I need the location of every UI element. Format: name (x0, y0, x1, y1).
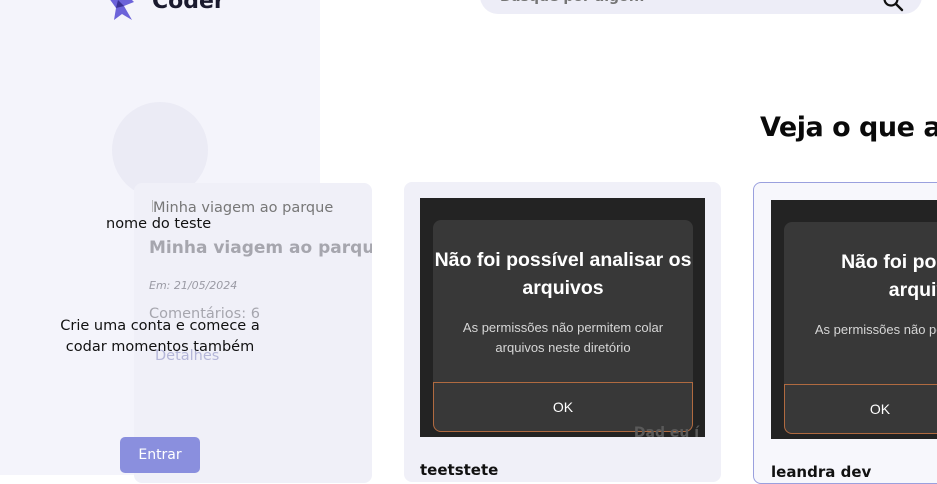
post-card[interactable]: Não foi possível analisar os arquivos As… (404, 182, 721, 482)
post-screenshot: Não foi possível a arquivo As permissões… (771, 200, 937, 439)
post-author: leandra dev (771, 463, 872, 481)
login-button[interactable]: Entrar (120, 437, 200, 473)
dialog-title: Não foi possível analisar os arquivos (434, 249, 692, 299)
search-icon[interactable] (882, 0, 904, 12)
error-dialog: Não foi possível a arquivo As permissões… (784, 222, 937, 434)
error-dialog: Não foi possível analisar os arquivos As… (433, 220, 693, 432)
search-bar[interactable] (480, 0, 922, 14)
post-date: Em: 21/05/2024 (149, 279, 238, 292)
post-title: Minha viagem ao parque (149, 238, 372, 258)
post-screenshot: Não foi possível analisar os arquivos As… (420, 198, 705, 437)
dialog-ok-button: OK (784, 384, 937, 434)
profile-name: nome do teste (106, 216, 212, 232)
page-heading: Veja o que an (760, 112, 937, 143)
post-image: Minha viagem ao parque (152, 200, 333, 216)
logo-icon (110, 0, 134, 20)
dialog-title: Não foi possível a arquivo (841, 251, 937, 301)
post-card[interactable]: Não foi possível a arquivo As permissões… (753, 182, 937, 484)
search-input[interactable] (498, 0, 862, 6)
dialog-message: As permissões não permitem colar arquivo… (462, 320, 664, 355)
signup-cta-text: Crie uma conta e comece a codar momentos… (60, 318, 260, 355)
dialog-message: As permissões não permite neste dire (814, 322, 937, 337)
dialog-ok-label: OK (552, 399, 574, 415)
brand-name: Coder (152, 0, 225, 14)
screenshot-caption: Dad eu í (633, 425, 699, 437)
dialog-ok-label: OK (869, 401, 891, 417)
post-author: teetstete (420, 461, 499, 479)
post-image-alt: Minha viagem ao parque (153, 200, 334, 216)
